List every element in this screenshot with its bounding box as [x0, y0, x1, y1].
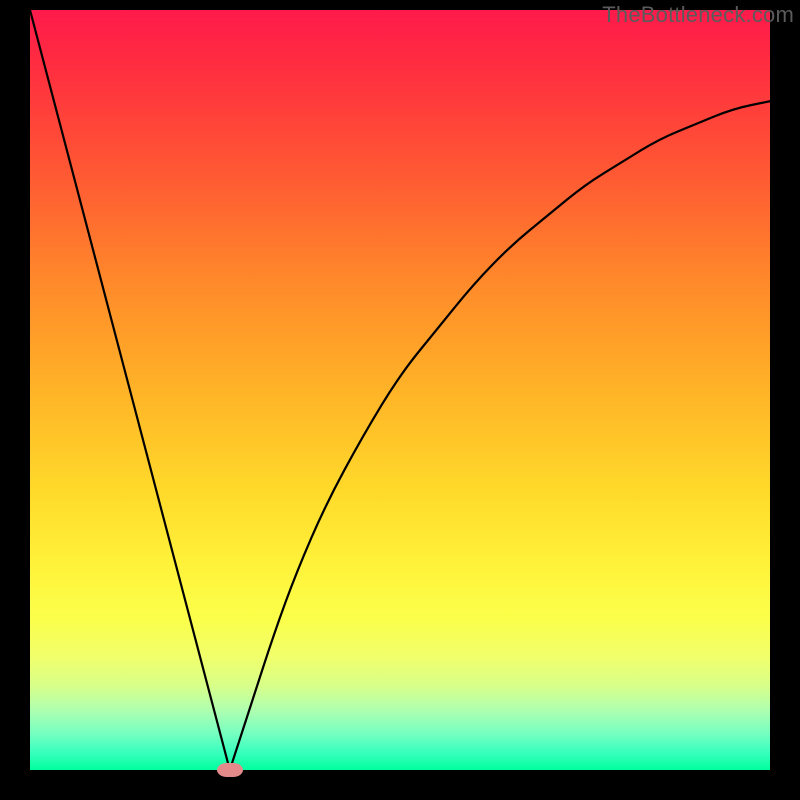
- chart-frame: TheBottleneck.com: [0, 0, 800, 800]
- plot-area: [30, 10, 770, 770]
- bottleneck-curve: [30, 10, 770, 770]
- watermark-text: TheBottleneck.com: [602, 2, 794, 28]
- minimum-marker: [217, 763, 243, 777]
- curve-svg: [30, 10, 770, 770]
